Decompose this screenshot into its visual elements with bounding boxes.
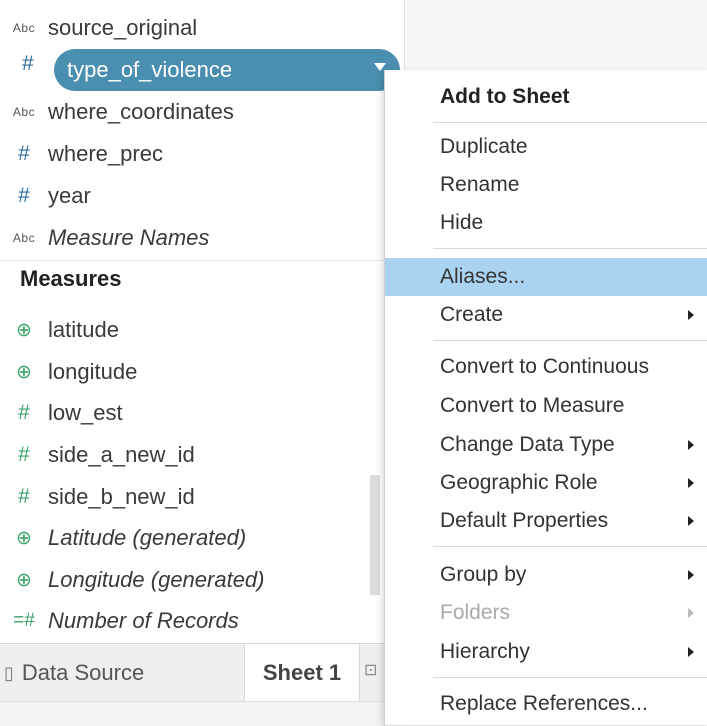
menu-item-label: Add to Sheet <box>440 85 570 108</box>
field-label: side_a_new_id <box>48 442 195 467</box>
menu-item-label: Hide <box>440 211 484 234</box>
globe-icon: ⊕ <box>16 319 32 341</box>
number-type-icon: # <box>18 485 30 508</box>
string-type-icon: Abc <box>12 231 36 245</box>
field-low-est[interactable]: # low_est <box>0 393 380 433</box>
menu-item-change-data-type[interactable]: Change Data Type <box>385 426 707 464</box>
field-label: low_est <box>48 400 123 425</box>
field-label: Latitude (generated) <box>48 525 247 550</box>
globe-icon: ⊕ <box>16 569 32 591</box>
field-source-original[interactable]: Abc source_original <box>0 8 380 48</box>
menu-item-create[interactable]: Create <box>385 296 707 334</box>
menu-item-hierarchy[interactable]: Hierarchy <box>385 633 707 671</box>
menu-separator <box>433 122 707 123</box>
submenu-arrow-icon <box>688 310 694 320</box>
number-type-icon: # <box>18 142 30 165</box>
new-sheet-icon[interactable]: ⊡ <box>364 660 377 680</box>
field-where-coordinates[interactable]: Abc where_coordinates <box>0 92 380 132</box>
globe-icon: ⊕ <box>16 527 32 549</box>
menu-separator <box>433 677 707 678</box>
field-label: source_original <box>48 15 198 40</box>
number-type-icon: # <box>18 443 30 466</box>
field-label: longitude <box>48 359 138 384</box>
menu-item-rename[interactable]: Rename <box>385 166 707 204</box>
context-menu: Add to Sheet Duplicate Rename Hide Alias… <box>384 70 707 725</box>
menu-item-convert-to-measure[interactable]: Convert to Measure <box>385 387 707 425</box>
data-pane: Abc source_original type_of_violence # A… <box>0 0 405 726</box>
field-type-of-violence-selected[interactable]: type_of_violence <box>54 49 400 91</box>
field-longitude[interactable]: ⊕ longitude <box>0 352 380 392</box>
field-label: where_prec <box>48 141 163 166</box>
menu-item-label: Aliases... <box>440 265 526 288</box>
number-type-icon: # <box>18 184 30 207</box>
number-type-icon: # <box>22 52 34 75</box>
menu-item-folders: Folders <box>385 594 707 632</box>
menu-item-aliases[interactable]: Aliases... <box>385 258 707 296</box>
menu-item-label: Duplicate <box>440 135 528 158</box>
field-side-b-new-id[interactable]: # side_b_new_id <box>0 477 380 517</box>
menu-item-label: Convert to Measure <box>440 394 625 417</box>
field-measure-names[interactable]: Abc Measure Names <box>0 218 380 258</box>
menu-item-label: Change Data Type <box>440 433 615 456</box>
field-year[interactable]: # year <box>0 176 380 216</box>
status-bar <box>0 701 404 726</box>
menu-item-label: Geographic Role <box>440 471 598 494</box>
measures-heading: Measures <box>20 266 122 291</box>
submenu-arrow-icon <box>688 440 694 450</box>
field-longitude-generated[interactable]: ⊕ Longitude (generated) <box>0 560 380 600</box>
field-label: type_of_violence <box>67 57 233 82</box>
database-icon: ▯ <box>4 662 14 683</box>
calculated-number-icon: =# <box>13 610 35 631</box>
number-type-icon: # <box>18 401 30 424</box>
tab-label: Sheet 1 <box>262 660 342 685</box>
menu-item-geographic-role[interactable]: Geographic Role <box>385 464 707 502</box>
globe-icon: ⊕ <box>16 361 32 383</box>
menu-item-label: Create <box>440 303 504 326</box>
section-divider <box>0 260 404 261</box>
menu-item-label: Rename <box>440 173 520 196</box>
menu-item-duplicate[interactable]: Duplicate <box>385 128 707 166</box>
field-latitude[interactable]: ⊕ latitude <box>0 310 380 350</box>
field-label: Measure Names <box>48 225 210 250</box>
field-number-of-records[interactable]: =# Number of Records <box>0 601 380 641</box>
submenu-arrow-icon <box>688 570 694 580</box>
field-where-prec[interactable]: # where_prec <box>0 134 380 174</box>
tab-data-source[interactable]: ▯ Data Source <box>0 644 244 702</box>
field-label: where_coordinates <box>48 99 234 124</box>
menu-item-add-to-sheet[interactable]: Add to Sheet <box>385 78 707 116</box>
menu-item-label: Convert to Continuous <box>440 355 649 378</box>
scrollbar-thumb[interactable] <box>370 475 380 595</box>
menu-item-replace-references[interactable]: Replace References... <box>385 685 707 723</box>
menu-item-label: Folders <box>440 601 511 624</box>
menu-item-convert-to-continuous[interactable]: Convert to Continuous <box>385 348 707 386</box>
menu-separator <box>433 248 707 249</box>
tab-sheet-1[interactable]: Sheet 1 <box>244 644 360 702</box>
string-type-icon: Abc <box>12 21 36 35</box>
menu-item-label: Default Properties <box>440 509 609 532</box>
menu-separator <box>433 340 707 341</box>
submenu-arrow-icon <box>688 608 694 618</box>
menu-item-label: Hierarchy <box>440 640 530 663</box>
menu-item-hide[interactable]: Hide <box>385 204 707 242</box>
field-latitude-generated[interactable]: ⊕ Latitude (generated) <box>0 518 380 558</box>
submenu-arrow-icon <box>688 516 694 526</box>
menu-separator <box>433 546 707 547</box>
field-label: latitude <box>48 317 119 342</box>
field-label: side_b_new_id <box>48 484 195 509</box>
field-side-a-new-id[interactable]: # side_a_new_id <box>0 435 380 475</box>
menu-item-label: Group by <box>440 563 527 586</box>
sheet-tabs-bar: ▯ Data Source Sheet 1 ⊡ <box>0 643 404 702</box>
field-label: Longitude (generated) <box>48 567 265 592</box>
field-label: year <box>48 183 91 208</box>
submenu-arrow-icon <box>688 478 694 488</box>
menu-item-label: Replace References... <box>440 692 648 715</box>
menu-item-group-by[interactable]: Group by <box>385 556 707 594</box>
tab-label: Data Source <box>21 660 145 685</box>
submenu-arrow-icon <box>688 647 694 657</box>
menu-item-default-properties[interactable]: Default Properties <box>385 502 707 540</box>
string-type-icon: Abc <box>12 105 36 119</box>
field-label: Number of Records <box>48 608 239 633</box>
